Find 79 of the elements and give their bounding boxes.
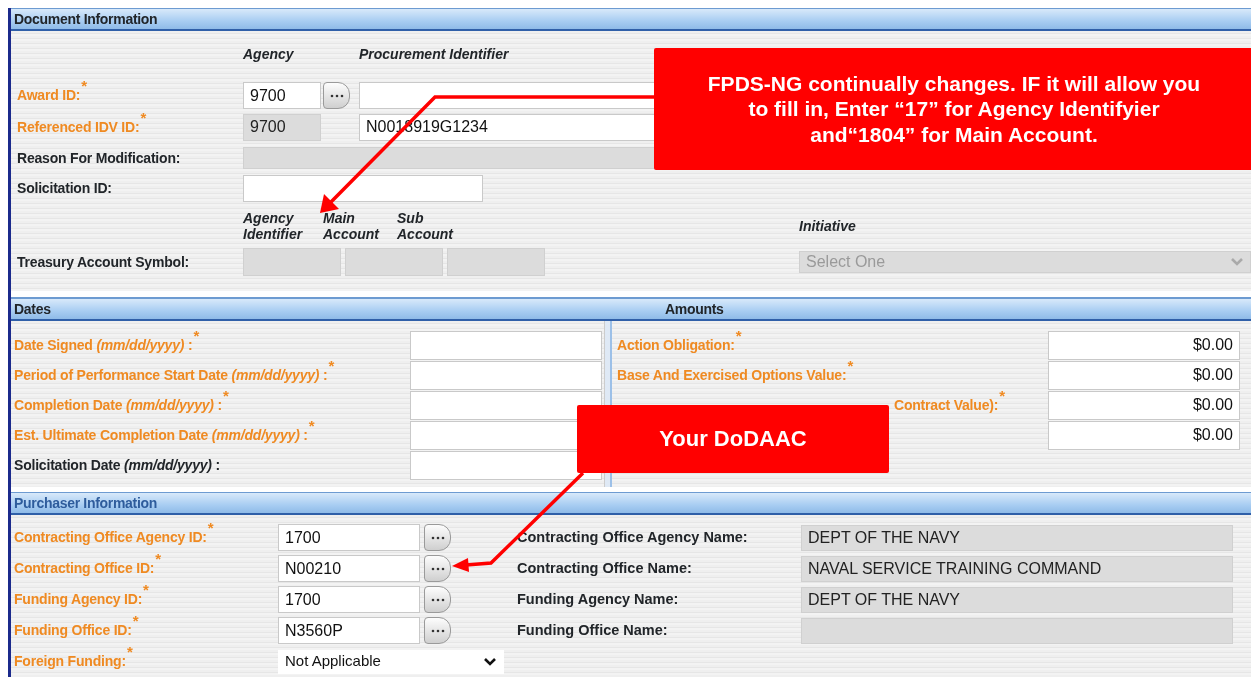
field-label: Funding Agency Name: <box>517 589 680 609</box>
select-field[interactable]: Not Applicable <box>278 649 504 674</box>
column-header: Procurement Identifier <box>359 46 509 63</box>
input-field[interactable]: N00210 <box>278 555 420 582</box>
lookup-button[interactable] <box>424 586 451 613</box>
callout-tooltip: FPDS-NG continually changes. IF it will allow you to fill in, Enter “17” for Agency Identifyier and“1804” for Main Account. <box>654 48 1251 170</box>
lookup-button[interactable] <box>424 555 451 582</box>
column-header: Sub Account <box>397 209 455 242</box>
required-mark: * <box>81 76 88 97</box>
field-label: Contract Value): <box>894 395 999 415</box>
ellipsis-icon <box>430 628 445 633</box>
field-label: Funding Agency ID: <box>14 591 143 609</box>
column-header: Agency Identifier <box>243 209 304 242</box>
section-title: Amounts <box>665 299 724 319</box>
field-label: Date Signed (mm/dd/yyyy) : <box>14 335 193 355</box>
field-label: Funding Office ID: <box>14 621 132 640</box>
field-label: Foreign Funding: <box>14 652 126 671</box>
lookup-button[interactable] <box>323 82 350 109</box>
lookup-button[interactable] <box>424 617 451 644</box>
required-mark: * <box>140 107 147 128</box>
ellipsis-icon <box>430 597 445 602</box>
field-label: Contracting Office Name: <box>517 558 693 578</box>
field-label: Contracting Office Agency Name: <box>517 527 749 547</box>
column-header: Main Account <box>323 209 381 242</box>
ellipsis-icon <box>430 566 445 571</box>
readonly-field[interactable]: DEPT OF THE NAVY <box>801 524 1233 551</box>
field-label: Contracting Office Agency ID: <box>14 528 207 547</box>
required-mark: * <box>847 355 854 376</box>
callout-tooltip: Your DoDAAC <box>577 405 889 473</box>
field-label: Action Obligation: <box>617 335 735 355</box>
column-header: Agency <box>243 46 295 63</box>
readonly-field[interactable]: 9700 <box>243 113 321 141</box>
required-mark: * <box>126 642 133 663</box>
lookup-button[interactable] <box>424 524 451 551</box>
section-title: Document Information <box>13 9 158 29</box>
required-mark: * <box>132 611 139 632</box>
field-label: Funding Office Name: <box>517 620 669 640</box>
required-mark: * <box>207 518 214 539</box>
input-field[interactable]: $0.00 <box>1048 390 1240 420</box>
field-label: Award ID: <box>17 87 81 105</box>
field-label: Treasury Account Symbol: <box>17 252 190 272</box>
required-mark: * <box>999 385 1005 406</box>
required-mark: * <box>193 325 200 346</box>
input-field[interactable] <box>410 330 602 360</box>
required-mark: * <box>308 415 315 436</box>
input-field[interactable]: 9700 <box>243 82 321 109</box>
input-field[interactable]: $0.00 <box>1048 420 1240 450</box>
input-field[interactable] <box>243 174 483 202</box>
field-label: Completion Date (mm/dd/yyyy) : <box>14 395 222 415</box>
field-label: Referenced IDV ID: <box>17 117 140 137</box>
section-title: Dates <box>13 299 52 319</box>
section-title: Purchaser Information <box>13 493 158 513</box>
required-mark: * <box>222 385 229 406</box>
chevron-down-icon <box>483 656 497 667</box>
readonly-field[interactable]: NAVAL SERVICE TRAINING COMMAND <box>801 555 1233 582</box>
input-field[interactable] <box>410 360 602 390</box>
field-label: Reason For Modification: <box>17 148 181 168</box>
input-field[interactable]: N3560P <box>278 617 420 644</box>
field-label: Est. Ultimate Completion Date (mm/dd/yyyy) : <box>14 425 308 445</box>
required-mark: * <box>155 549 162 570</box>
field-label: Solicitation ID: <box>17 178 112 198</box>
ellipsis-icon <box>430 535 445 540</box>
chevron-down-icon <box>1230 257 1244 267</box>
field-label: Contracting Office ID: <box>14 560 155 578</box>
required-mark: * <box>735 325 742 346</box>
readonly-field[interactable] <box>801 617 1233 644</box>
input-field[interactable]: 1700 <box>278 586 420 613</box>
input-field[interactable]: $0.00 <box>1048 330 1240 360</box>
required-mark: * <box>328 355 335 376</box>
readonly-field[interactable]: DEPT OF THE NAVY <box>801 586 1233 613</box>
ellipsis-icon <box>329 93 344 98</box>
field-label: Base And Exercised Options Value: <box>617 365 847 385</box>
input-field[interactable] <box>410 390 602 420</box>
column-header: Initiative <box>799 217 856 234</box>
field-label: Solicitation Date (mm/dd/yyyy) : <box>14 455 220 475</box>
input-field[interactable]: 1700 <box>278 524 420 551</box>
field-label: Period of Performance Start Date (mm/dd/yyyy) : <box>14 365 328 385</box>
required-mark: * <box>143 580 149 601</box>
input-field[interactable]: $0.00 <box>1048 360 1240 390</box>
